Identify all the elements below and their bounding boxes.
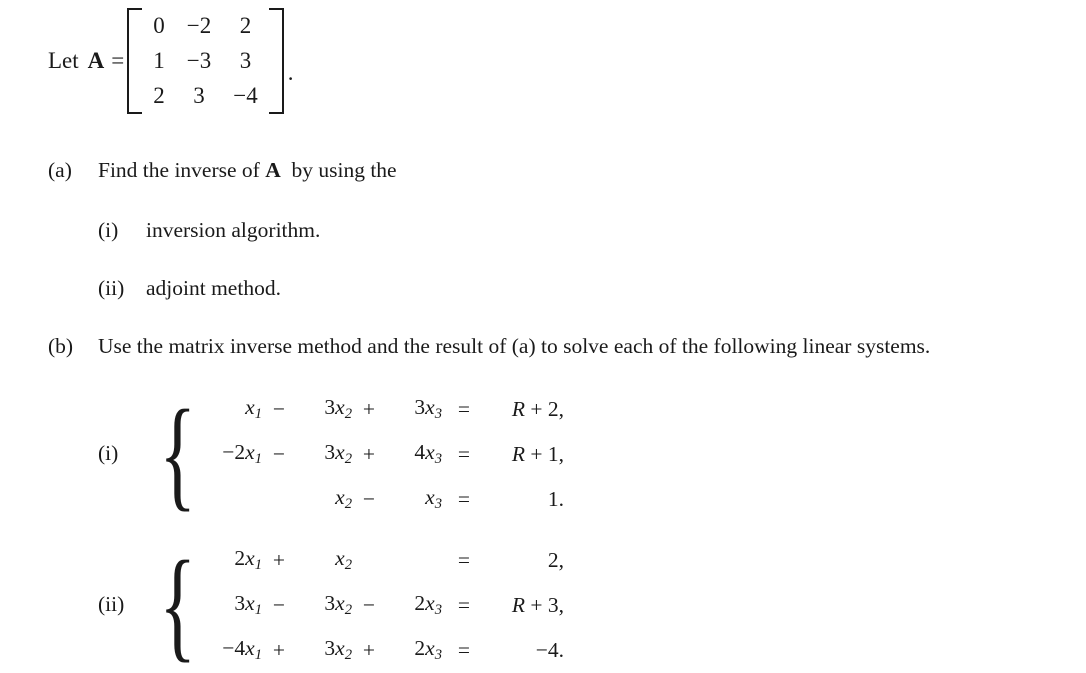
matrix-row: 0 −2 2 xyxy=(142,8,268,43)
op-1: − xyxy=(272,592,286,617)
equation-row: 3x1 − 3x2 − 2x3 = R + 3, xyxy=(172,582,564,627)
right-hand-side: −4. xyxy=(535,637,564,662)
op-1 xyxy=(262,476,296,521)
op-1: + xyxy=(272,637,286,662)
equation-row: −2x1 − 3x2 + 4x3 = R + 1, xyxy=(172,431,564,476)
matrix-left-bracket xyxy=(127,8,143,114)
matrix-cell: −4 xyxy=(233,83,258,109)
relation: = xyxy=(457,396,471,421)
system-i-equations: x1 − 3x2 + 3x3 = R + 2, −2x1 − 3x2 + 4x3… xyxy=(172,386,564,521)
matrix-body: 0 −2 2 1 −3 3 2 3 −4 xyxy=(142,8,268,114)
system-ii-equations: 2x1 + x2 = 2, 3x1 − 3x2 − 2x3 = R + 3, −… xyxy=(172,537,564,672)
part-b-marker: (b) xyxy=(48,334,74,358)
term-1: −4x1 xyxy=(222,636,262,664)
matrix-trailing-period: . xyxy=(287,60,294,85)
part-a-text: Find the inverse of A by using the xyxy=(98,157,397,183)
equals-sign: = xyxy=(111,48,125,73)
term-3: 2x3 xyxy=(414,636,442,664)
part-a-matrix-symbol: A xyxy=(265,158,281,182)
matrix-cell: 3 xyxy=(193,83,205,109)
left-brace-icon xyxy=(146,537,172,672)
part-a-ii-marker: (ii) xyxy=(98,276,125,300)
system-ii-marker: (ii) xyxy=(98,592,125,616)
left-brace-icon xyxy=(146,386,172,521)
equation-row: x2 − x3 = 1. xyxy=(172,476,564,521)
term-1: 2x1 xyxy=(234,546,262,574)
matrix-right-bracket xyxy=(268,8,284,114)
relation: = xyxy=(457,486,471,511)
part-a-i-marker: (i) xyxy=(98,218,119,242)
matrix-cell: 0 xyxy=(153,12,165,38)
op-1: − xyxy=(272,441,286,466)
equation-row: −4x1 + 3x2 + 2x3 = −4. xyxy=(172,627,564,672)
relation: = xyxy=(457,592,471,617)
term-3: 2x3 xyxy=(414,591,442,619)
right-hand-side: R + 2, xyxy=(511,396,564,421)
part-a-i-text: inversion algorithm. xyxy=(146,218,321,242)
term-3: 3x3 xyxy=(414,395,442,423)
equation-row: x1 − 3x2 + 3x3 = R + 2, xyxy=(172,386,564,431)
matrix-row: 1 −3 3 xyxy=(142,43,268,78)
matrix-cell: 1 xyxy=(153,47,165,73)
right-hand-side: R + 1, xyxy=(511,441,564,466)
matrix-symbol-A: A xyxy=(87,48,105,73)
matrix-cell: 3 xyxy=(239,47,252,73)
term-2: 3x2 xyxy=(324,636,352,664)
question-part-a-ii: (ii) adjoint method. xyxy=(98,275,281,301)
linear-system-i: (i) x1 − 3x2 + 3x3 = R + 2, −2x1 − 3x2 +… xyxy=(98,386,564,521)
let-label: Let xyxy=(48,48,79,73)
right-hand-side: R + 3, xyxy=(511,592,564,617)
part-a-text-after: by using the xyxy=(291,158,397,182)
relation: = xyxy=(457,637,471,662)
term-2: x2 xyxy=(335,546,352,574)
relation: = xyxy=(457,441,471,466)
term-2: 3x2 xyxy=(324,591,352,619)
term-1: −2x1 xyxy=(222,440,262,468)
term-1: x1 xyxy=(245,395,262,423)
matrix-cell: −2 xyxy=(186,12,212,38)
op-2: − xyxy=(362,592,376,617)
matrix-cell: 2 xyxy=(153,83,165,109)
part-a-marker: (a) xyxy=(48,158,72,182)
matrix-cell: −3 xyxy=(186,47,212,73)
term-3: x3 xyxy=(425,485,442,513)
term-3: 4x3 xyxy=(414,440,442,468)
term-1 xyxy=(206,476,262,521)
op-2: + xyxy=(362,637,376,662)
system-i-marker: (i) xyxy=(98,441,119,465)
op-2: + xyxy=(362,441,376,466)
term-1: 3x1 xyxy=(234,591,262,619)
part-a-text-before: Find the inverse of xyxy=(98,158,260,182)
question-part-a: (a) Find the inverse of A by using the xyxy=(48,157,397,183)
right-hand-side: 2, xyxy=(547,547,564,572)
relation: = xyxy=(457,547,471,572)
matrix-cell: 2 xyxy=(239,12,252,38)
part-b-text: Use the matrix inverse method and the re… xyxy=(98,334,931,358)
question-part-a-i: (i) inversion algorithm. xyxy=(98,217,320,243)
matrix-A: 0 −2 2 1 −3 3 2 3 −4 xyxy=(127,8,284,114)
term-2: 3x2 xyxy=(324,440,352,468)
question-part-b: (b) Use the matrix inverse method and th… xyxy=(48,333,930,359)
matrix-row: 2 3 −4 xyxy=(142,79,268,114)
equation-row: 2x1 + x2 = 2, xyxy=(172,537,564,582)
op-2: − xyxy=(362,486,376,511)
part-a-ii-text: adjoint method. xyxy=(146,276,281,300)
op-2: + xyxy=(362,396,376,421)
matrix-definition-line: Let A = 0 −2 2 1 −3 3 2 3 −4 . xyxy=(48,8,293,114)
op-2 xyxy=(352,537,386,582)
op-1: − xyxy=(272,396,286,421)
term-3 xyxy=(386,537,442,582)
op-1: + xyxy=(272,547,286,572)
term-2: 3x2 xyxy=(324,395,352,423)
right-hand-side: 1. xyxy=(547,486,564,511)
term-2: x2 xyxy=(335,485,352,513)
linear-system-ii: (ii) 2x1 + x2 = 2, 3x1 − 3x2 − 2x3 = R +… xyxy=(98,537,564,672)
